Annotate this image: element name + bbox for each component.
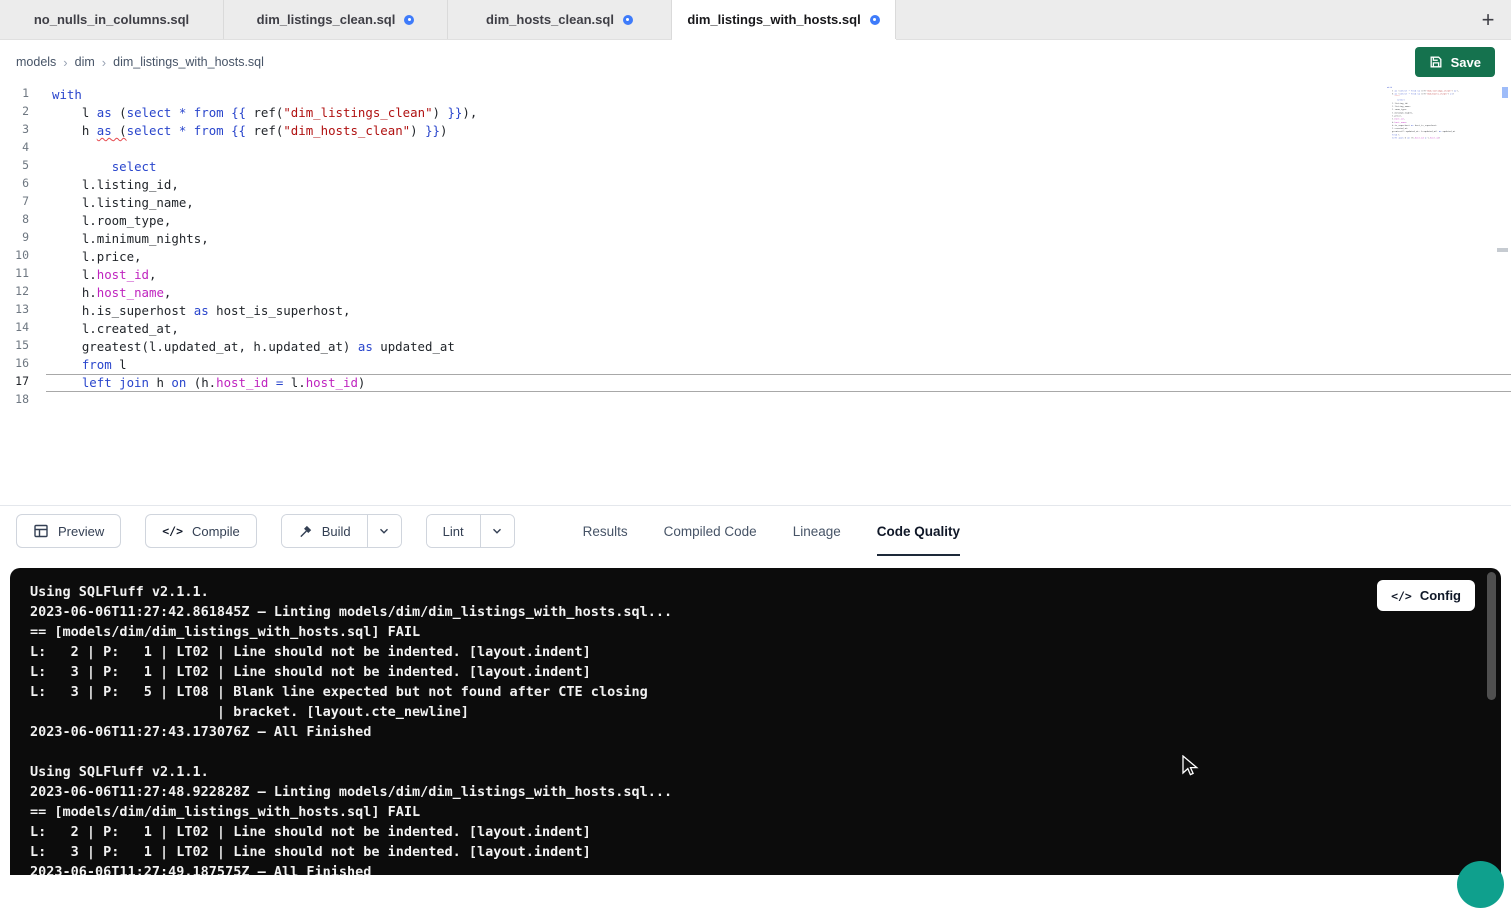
build-button-label: Build (322, 524, 351, 539)
line-number[interactable]: 1 (0, 86, 29, 104)
gutter: 123456789101112131415161718 (0, 84, 46, 505)
breadcrumb-separator: › (102, 55, 106, 70)
code-icon: </> (162, 524, 183, 538)
save-button[interactable]: Save (1415, 47, 1495, 77)
panel-tab-compiled-code[interactable]: Compiled Code (664, 506, 757, 556)
preview-button-label: Preview (58, 524, 104, 539)
line-number[interactable]: 11 (0, 266, 29, 284)
code-line[interactable]: l.listing_name, (46, 194, 1511, 212)
terminal-scrollbar-thumb[interactable] (1487, 572, 1496, 700)
code-line[interactable]: l as (select * from {{ ref("dim_listings… (46, 104, 1511, 122)
line-number[interactable]: 10 (0, 248, 29, 266)
code-line[interactable]: greatest(l.updated_at, h.updated_at) as … (46, 338, 1511, 356)
editor-tab[interactable]: dim_listings_clean.sql (224, 0, 448, 39)
compile-button-label: Compile (192, 524, 240, 539)
line-number[interactable]: 13 (0, 302, 29, 320)
editor-tab[interactable]: dim_listings_with_hosts.sql (672, 0, 896, 39)
terminal-scrollbar (1487, 572, 1496, 871)
preview-button[interactable]: Preview (16, 514, 121, 548)
line-number[interactable]: 17 (0, 374, 29, 392)
save-button-label: Save (1451, 55, 1481, 70)
tab-label: dim_listings_with_hosts.sql (687, 12, 860, 27)
tab-label: no_nulls_in_columns.sql (34, 12, 189, 27)
build-split-button: Build (281, 514, 402, 548)
tab-strip: no_nulls_in_columns.sql dim_listings_clea… (0, 0, 896, 39)
editor-tab[interactable]: no_nulls_in_columns.sql (0, 0, 224, 39)
code-line[interactable]: l.host_id, (46, 266, 1511, 284)
code-icon: </> (1391, 589, 1412, 603)
build-button[interactable]: Build (282, 515, 367, 547)
code-line[interactable]: h as (select * from {{ ref("dim_hosts_cl… (46, 122, 1511, 140)
config-button[interactable]: </> Config (1377, 580, 1475, 611)
code-line[interactable]: l.listing_id, (46, 176, 1511, 194)
code-line[interactable]: select (46, 158, 1511, 176)
hammer-icon (298, 524, 313, 539)
new-tab-button[interactable]: + (1465, 0, 1511, 39)
line-number[interactable]: 4 (0, 140, 29, 158)
line-number[interactable]: 9 (0, 230, 29, 248)
table-icon (33, 523, 49, 539)
line-number[interactable]: 2 (0, 104, 29, 122)
line-number[interactable]: 12 (0, 284, 29, 302)
breadcrumb: models › dim › dim_listings_with_hosts.sql (16, 55, 264, 70)
lint-button-label: Lint (443, 524, 464, 539)
code-line[interactable]: l.created_at, (46, 320, 1511, 338)
code-line[interactable]: h.is_superhost as host_is_superhost, (46, 302, 1511, 320)
tab-label: dim_listings_clean.sql (257, 12, 396, 27)
panel-tab-code-quality[interactable]: Code Quality (877, 506, 960, 556)
config-button-label: Config (1420, 588, 1461, 603)
lint-split-button: Lint (426, 514, 515, 548)
breadcrumb-item[interactable]: dim_listings_with_hosts.sql (113, 55, 264, 69)
line-number[interactable]: 7 (0, 194, 29, 212)
code-line[interactable]: l.room_type, (46, 212, 1511, 230)
unsaved-indicator-icon (623, 15, 633, 25)
line-number[interactable]: 8 (0, 212, 29, 230)
line-number[interactable]: 14 (0, 320, 29, 338)
unsaved-indicator-icon (404, 15, 414, 25)
breadcrumb-item[interactable]: dim (75, 55, 95, 69)
lint-options-button[interactable] (480, 515, 514, 547)
compile-button[interactable]: </> Compile (145, 514, 256, 548)
panel-tab-results[interactable]: Results (583, 506, 628, 556)
panel-tab-lineage[interactable]: Lineage (793, 506, 841, 556)
line-number[interactable]: 16 (0, 356, 29, 374)
chevron-down-icon (490, 524, 504, 538)
help-chat-button[interactable] (1457, 861, 1504, 908)
lint-button[interactable]: Lint (427, 515, 480, 547)
code-lines[interactable]: with l as (select * from {{ ref("dim_lis… (46, 84, 1511, 505)
terminal-panel: Using SQLFluff v2.1.1. 2023-06-06T11:27:… (10, 568, 1501, 875)
breadcrumb-bar: models › dim › dim_listings_with_hosts.sql S… (0, 40, 1511, 84)
editor-scrollbar-thumb[interactable] (1497, 248, 1508, 252)
line-number[interactable]: 18 (0, 392, 29, 410)
editor-toolbar: Preview </> Compile Build Lint Results Co… (0, 506, 1511, 556)
breadcrumb-separator: › (63, 55, 67, 70)
chevron-down-icon (377, 524, 391, 538)
save-icon (1429, 55, 1443, 69)
tab-label: dim_hosts_clean.sql (486, 12, 614, 27)
line-number[interactable]: 5 (0, 158, 29, 176)
build-options-button[interactable] (367, 515, 401, 547)
code-line[interactable]: h.host_name, (46, 284, 1511, 302)
code-line[interactable]: l.minimum_nights, (46, 230, 1511, 248)
code-line[interactable]: from l (46, 356, 1511, 374)
minimap[interactable]: with l as (select * from {{ ref("dim_lis… (1387, 86, 1465, 156)
panel-tabs: Results Compiled Code Lineage Code Quality (583, 506, 960, 556)
overview-ruler-mark (1502, 87, 1508, 98)
tab-bar: no_nulls_in_columns.sql dim_listings_clea… (0, 0, 1511, 40)
code-line[interactable]: l.price, (46, 248, 1511, 266)
editor-tab[interactable]: dim_hosts_clean.sql (448, 0, 672, 39)
line-number[interactable]: 6 (0, 176, 29, 194)
minimap-content: with l as (select * from {{ ref("dim_lis… (1387, 86, 1465, 143)
terminal-output: Using SQLFluff v2.1.1. 2023-06-06T11:27:… (30, 582, 1481, 875)
code-line[interactable]: with (46, 86, 1511, 104)
code-line[interactable] (46, 140, 1511, 158)
line-number[interactable]: 15 (0, 338, 29, 356)
code-line[interactable] (46, 392, 1511, 410)
code-line[interactable]: left join h on (h.host_id = l.host_id) (46, 374, 1511, 392)
breadcrumb-item[interactable]: models (16, 55, 56, 69)
unsaved-indicator-icon (870, 15, 880, 25)
line-number[interactable]: 3 (0, 122, 29, 140)
code-editor[interactable]: 123456789101112131415161718 with l as (s… (0, 84, 1511, 506)
